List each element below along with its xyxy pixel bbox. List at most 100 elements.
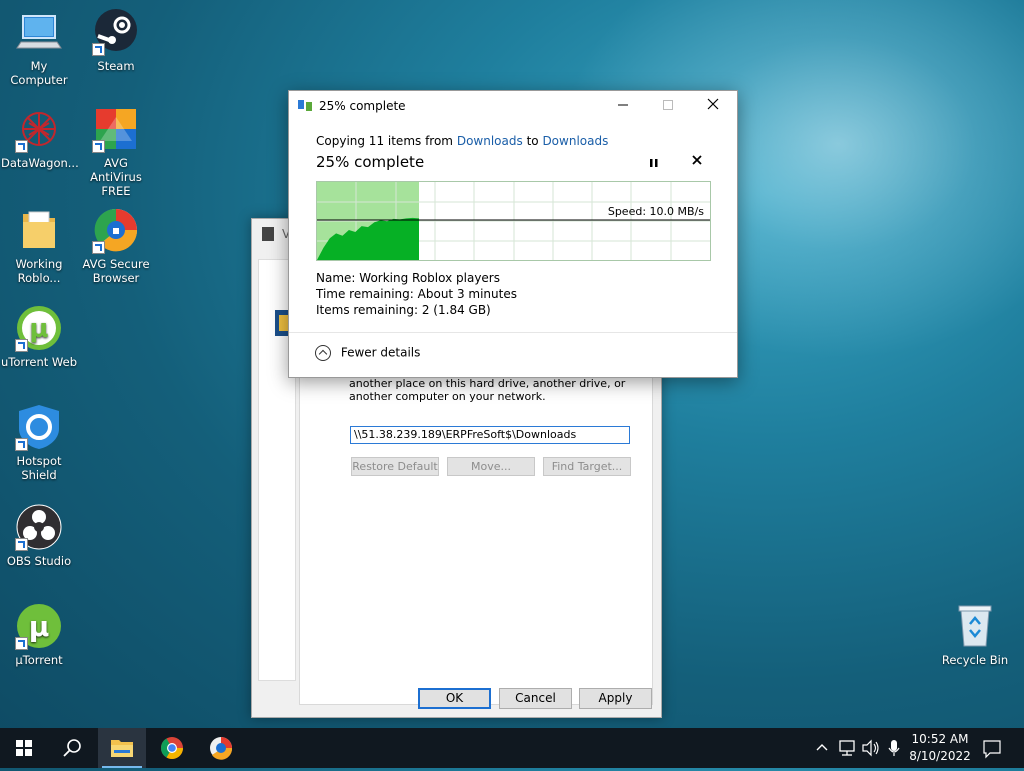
avg-browser-icon (92, 206, 140, 254)
volume-button[interactable] (859, 728, 883, 768)
shortcut-arrow-icon (92, 43, 105, 56)
maximize-button (645, 91, 691, 121)
avg-browser-icon (210, 737, 233, 760)
shortcut-arrow-icon (15, 637, 28, 650)
microphone-button[interactable] (883, 728, 905, 768)
chevron-up-icon (816, 744, 828, 751)
maximize-icon (663, 100, 673, 110)
obs-icon (15, 503, 63, 551)
file-icon (262, 227, 274, 241)
shortcut-arrow-icon (15, 140, 28, 153)
copy-prefix: Copying 11 items from (316, 134, 453, 148)
time-value: About 3 minutes (417, 287, 517, 301)
folder-icon (15, 206, 63, 254)
svg-text:µ: µ (29, 610, 50, 643)
taskbar-chrome[interactable] (148, 728, 196, 768)
items-label: Items remaining: (316, 303, 419, 317)
taskbar-file-explorer[interactable] (98, 728, 146, 768)
shortcut-arrow-icon (15, 339, 28, 352)
close-icon (707, 98, 719, 110)
minimize-icon (618, 104, 628, 106)
desktop-icon-avg-antivirus[interactable]: AVG AntiVirus FREE (78, 105, 154, 198)
restore-default-button[interactable]: Restore Default (351, 457, 439, 476)
speed-label: Speed: 10.0 MB/s (608, 205, 704, 218)
pause-button[interactable] (646, 155, 662, 171)
desktop-icon-label: Steam (97, 59, 135, 73)
close-button[interactable] (690, 91, 736, 121)
microphone-icon (888, 740, 900, 756)
name-label: Name: (316, 271, 356, 285)
network-button[interactable] (835, 728, 859, 768)
items-value: 2 (1.84 GB) (421, 303, 491, 317)
desktop-icon-label: Hotspot Shield (16, 454, 62, 482)
file-explorer-icon (111, 740, 133, 757)
desktop-icon-working-roblox[interactable]: Working Roblo... (1, 206, 77, 285)
start-button[interactable] (0, 728, 48, 768)
action-center-button[interactable] (978, 728, 1006, 768)
chevron-up-icon (315, 345, 331, 361)
chrome-icon (161, 737, 183, 759)
desktop-icon-utorrent-web[interactable]: µ uTorrent Web (1, 304, 77, 369)
find-target-button[interactable]: Find Target... (543, 457, 631, 476)
shortcut-arrow-icon (15, 438, 28, 451)
desktop-icon-utorrent[interactable]: µ µTorrent (1, 602, 77, 667)
desktop-icon-steam[interactable]: Steam (78, 8, 154, 73)
cancel-copy-button[interactable] (691, 152, 703, 170)
notification-icon (983, 740, 1001, 759)
dialog-titlebar: 25% complete (289, 91, 737, 121)
desktop-icon-label: µTorrent (15, 653, 63, 667)
desktop-icon-recycle-bin[interactable]: Recycle Bin (937, 602, 1013, 667)
svg-text:µ: µ (29, 314, 48, 344)
desktop-icon-label: Working Roblo... (15, 257, 63, 285)
taskbar: 10:52 AM 8/10/2022 (0, 728, 1024, 768)
desktop-icon-obs[interactable]: OBS Studio (1, 503, 77, 568)
fewer-details-toggle[interactable]: Fewer details (315, 345, 420, 361)
detail-items: Items remaining: 2 (1.84 GB) (316, 303, 491, 317)
utorrent-web-icon: µ (15, 304, 63, 352)
copy-progress-dialog: 25% complete Copying 11 items from Downl… (288, 90, 738, 378)
source-link[interactable]: Downloads (457, 134, 523, 148)
clock-date[interactable]: 8/10/2022 (905, 749, 975, 763)
steam-icon (92, 8, 140, 56)
desktop-icon-avg-browser[interactable]: AVG Secure Browser (78, 206, 154, 285)
clock-time[interactable]: 10:52 AM (905, 732, 975, 746)
shortcut-arrow-icon (92, 241, 105, 254)
recycle-bin-icon (951, 602, 999, 650)
desktop-icon-label: My Computer (10, 59, 68, 87)
copy-icon (298, 100, 312, 111)
speed-graph-svg: Speed: 10.0 MB/s (317, 182, 710, 260)
cancel-button[interactable]: Cancel (499, 688, 572, 709)
show-hidden-icons-button[interactable] (810, 728, 834, 768)
shortcut-arrow-icon (15, 538, 28, 551)
desktop-icon-label: AVG Secure Browser (82, 257, 150, 285)
hotspot-shield-icon (15, 403, 63, 451)
speaker-icon (862, 739, 879, 757)
detail-time: Time remaining: About 3 minutes (316, 287, 517, 301)
desktop-icon-datawagon[interactable]: DataWagon... (1, 105, 79, 170)
desktop-icon-label: uTorrent Web (1, 355, 77, 369)
desktop-icon-label: OBS Studio (6, 554, 72, 568)
name-value: Working Roblox players (359, 271, 500, 285)
taskbar-avg-browser[interactable] (197, 728, 245, 768)
minimize-button[interactable] (600, 91, 646, 121)
windows-icon (16, 740, 32, 756)
transfer-speed-graph: Speed: 10.0 MB/s (316, 181, 711, 261)
search-button[interactable] (48, 728, 96, 768)
desktop-icon-label: Recycle Bin (941, 653, 1009, 667)
shortcut-arrow-icon (92, 140, 105, 153)
to-word: to (526, 134, 539, 148)
desktop-icon-my-computer[interactable]: My Computer (1, 8, 77, 87)
dialog-title: 25% complete (319, 99, 406, 113)
ok-button[interactable]: OK (418, 688, 491, 709)
apply-button[interactable]: Apply (579, 688, 652, 709)
target-path-input[interactable] (350, 426, 630, 444)
destination-link[interactable]: Downloads (542, 134, 608, 148)
fewer-details-label: Fewer details (340, 345, 421, 360)
desktop-icon-hotspot-shield[interactable]: Hotspot Shield (1, 403, 77, 482)
close-icon (692, 155, 702, 165)
search-icon (63, 739, 81, 757)
progress-heading: 25% complete (316, 153, 425, 171)
move-button[interactable]: Move... (447, 457, 535, 476)
copy-summary: Copying 11 items from Downloads to Downl… (316, 134, 608, 148)
datawagon-icon (15, 105, 63, 153)
